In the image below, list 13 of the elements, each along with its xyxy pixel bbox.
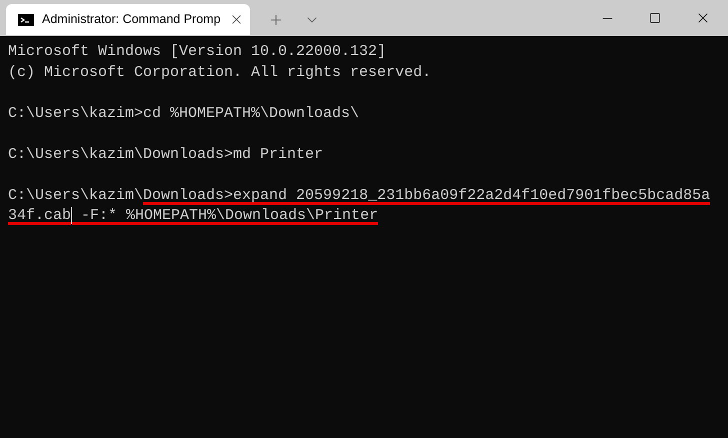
terminal-text: C:\Users\kazim>cd %HOMEPATH%\Downloads\ [8,104,360,122]
maximize-icon[interactable] [649,12,661,24]
tab-title: Administrator: Command Promp [42,11,221,28]
terminal-text: -F:* %HOMEPATH%\Downloads\Printer [72,206,378,225]
terminal-text: C:\Users\kazim\ [8,186,144,204]
tab[interactable]: Administrator: Command Promp [6,4,250,35]
terminal-text: Downloads>expand 20599218_231bb6a09f22a2d4f10ed7901fbec5bcad85a [143,186,710,204]
text-cursor [71,207,72,224]
terminal-text: (c) Microsoft Corporation. All rights reserved. [8,62,432,82]
terminal-text: Microsoft Windows [Version 10.0.22000.132] [8,42,386,61]
terminal-text: 34f.cab [8,206,72,225]
terminal-icon [18,14,34,26]
terminal-text: C:\Users\kazim\Downloads>md Printer [8,144,324,164]
